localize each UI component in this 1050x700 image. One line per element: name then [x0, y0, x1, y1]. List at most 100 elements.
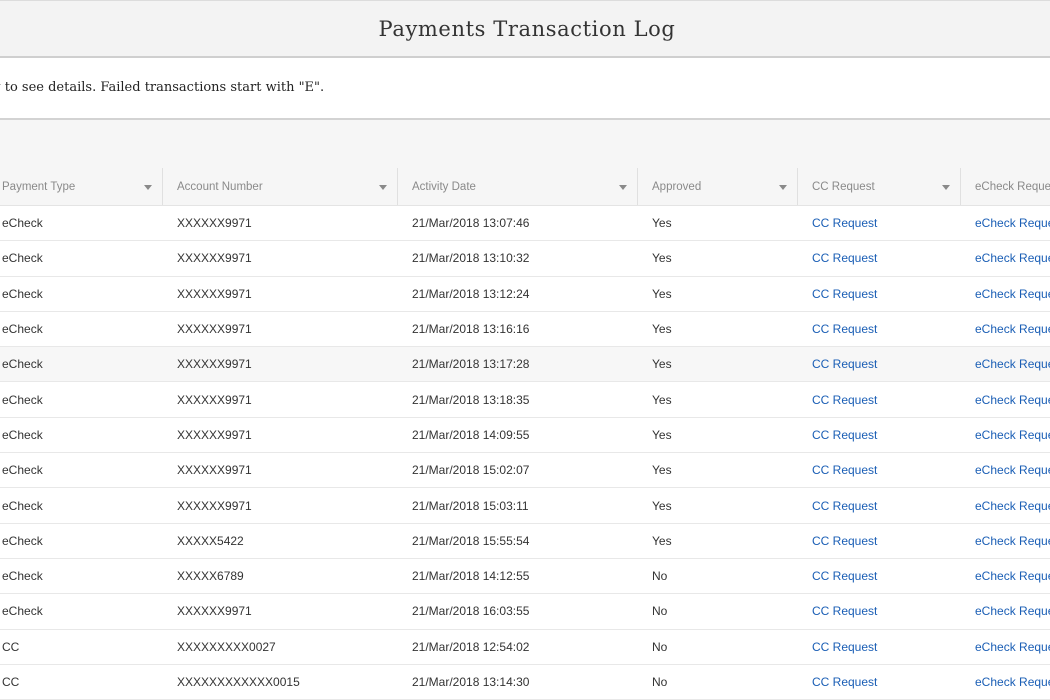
account-number-cell: XXXXXX9971 [177, 322, 252, 337]
account-number-cell: XXXXXX9971 [177, 286, 252, 301]
cc-request-link[interactable]: CC Request [798, 453, 961, 487]
payment-type-cell: eCheck [2, 533, 43, 548]
payment-type-cell: eCheck [2, 498, 43, 513]
account-number-cell: XXXXXXXXX0027 [177, 639, 276, 654]
cc-request-link[interactable]: CC Request [798, 241, 961, 275]
table-toolbar-gap [0, 120, 1050, 168]
table-row[interactable]: eCheck XXXXX6789 21/Mar/2018 14:12:55 No CC … [0, 559, 1050, 595]
column-header-label: Payment Type [2, 180, 76, 193]
approved-cell: Yes [652, 498, 672, 513]
echeck-request-link[interactable]: eCheck Request [961, 382, 1050, 416]
sort-dropdown-icon[interactable] [619, 184, 627, 190]
cc-request-link[interactable]: CC Request [798, 277, 961, 311]
table-row[interactable]: eCheck XXXXXX9971 21/Mar/2018 16:03:55 No CC… [0, 594, 1050, 630]
echeck-request-link[interactable]: eCheck Request [961, 524, 1050, 558]
account-number-cell: XXXXXX9971 [177, 604, 252, 619]
approved-cell: Yes [652, 286, 672, 301]
column-header-account-number[interactable]: Account Number [163, 168, 398, 205]
approved-cell: Yes [652, 357, 672, 372]
table-row[interactable]: eCheck XXXXXX9971 21/Mar/2018 13:07:46 Yes C… [0, 206, 1050, 242]
table-row[interactable]: eCheck XXXXXX9971 21/Mar/2018 13:18:35 Yes C… [0, 382, 1050, 418]
cc-request-link[interactable]: CC Request [798, 488, 961, 522]
table-row[interactable]: eCheck XXXXXX9971 21/Mar/2018 13:10:32 Yes C… [0, 241, 1050, 277]
account-number-cell: XXXXXXXXXXXX0015 [177, 675, 300, 689]
account-number-cell: XXXXXX9971 [177, 498, 252, 513]
table-row[interactable]: eCheck XXXXXX9971 21/Mar/2018 15:02:07 Yes C… [0, 453, 1050, 489]
approved-cell: No [652, 569, 668, 584]
sort-dropdown-icon[interactable] [779, 184, 787, 190]
cc-request-link[interactable]: CC Request [798, 665, 961, 699]
payment-type-cell: eCheck [2, 251, 43, 266]
column-header-label: eCheck Request [975, 180, 1050, 193]
activity-date-cell: 21/Mar/2018 16:03:55 [412, 604, 530, 619]
table-row[interactable]: CC XXXXXXXXXXXX0015 21/Mar/2018 13:14:30 No… [0, 665, 1050, 700]
echeck-request-link[interactable]: eCheck Request [961, 665, 1050, 699]
cc-request-link[interactable]: CC Request [798, 382, 961, 416]
cc-request-link[interactable]: CC Request [798, 594, 961, 628]
account-number-cell: XXXXXX9971 [177, 357, 252, 372]
table-row[interactable]: CC XXXXXXXXX0027 21/Mar/2018 12:54:02 No CC … [0, 630, 1050, 665]
column-header-label: Activity Date [412, 180, 476, 193]
column-header-cc-request[interactable]: CC Request [798, 168, 961, 205]
account-number-cell: XXXXX5422 [177, 533, 244, 548]
echeck-request-link[interactable]: eCheck Request [961, 277, 1050, 311]
approved-cell: Yes [652, 463, 672, 478]
account-number-cell: XXXXXX9971 [177, 392, 252, 407]
echeck-request-link[interactable]: eCheck Request [961, 347, 1050, 381]
table-header-row: Payment Type Account Number Activity Dat… [0, 168, 1050, 206]
activity-date-cell: 21/Mar/2018 13:17:28 [412, 357, 530, 372]
cc-request-link[interactable]: CC Request [798, 630, 961, 664]
approved-cell: No [652, 604, 668, 619]
payment-type-cell: eCheck [2, 357, 43, 372]
activity-date-cell: 21/Mar/2018 15:02:07 [412, 463, 530, 478]
echeck-request-link[interactable]: eCheck Request [961, 559, 1050, 593]
payment-type-cell: eCheck [2, 392, 43, 407]
echeck-request-link[interactable]: eCheck Request [961, 488, 1050, 522]
table-row[interactable]: eCheck XXXXXX9971 21/Mar/2018 14:09:55 Yes C… [0, 418, 1050, 454]
column-header-payment-type[interactable]: Payment Type [0, 168, 163, 205]
approved-cell: Yes [652, 427, 672, 442]
echeck-request-link[interactable]: eCheck Request [961, 418, 1050, 452]
echeck-request-link[interactable]: eCheck Request [961, 241, 1050, 275]
payment-type-cell: eCheck [2, 604, 43, 619]
activity-date-cell: 21/Mar/2018 15:55:54 [412, 533, 530, 548]
activity-date-cell: 21/Mar/2018 13:12:24 [412, 286, 530, 301]
echeck-request-link[interactable]: eCheck Request [961, 312, 1050, 346]
sort-dropdown-icon[interactable] [942, 184, 950, 190]
echeck-request-link[interactable]: eCheck Request [961, 594, 1050, 628]
instructions-text: Click a row to see details. Failed trans… [0, 80, 325, 95]
table-row[interactable]: eCheck XXXXX5422 21/Mar/2018 15:55:54 Yes CC… [0, 524, 1050, 559]
table-row[interactable]: eCheck XXXXXX9971 21/Mar/2018 13:17:28 Yes C… [0, 347, 1050, 383]
approved-cell: No [652, 675, 668, 689]
sort-dropdown-icon[interactable] [379, 184, 387, 190]
approved-cell: Yes [652, 216, 672, 231]
account-number-cell: XXXXXX9971 [177, 463, 252, 478]
column-header-label: CC Request [812, 180, 875, 193]
cc-request-link[interactable]: CC Request [798, 347, 961, 381]
activity-date-cell: 21/Mar/2018 13:07:46 [412, 216, 530, 231]
column-header-approved[interactable]: Approved [638, 168, 798, 205]
column-header-activity-date[interactable]: Activity Date [398, 168, 638, 205]
table-row[interactable]: eCheck XXXXXX9971 21/Mar/2018 13:16:16 Yes C… [0, 312, 1050, 348]
echeck-request-link[interactable]: eCheck Request [961, 206, 1050, 240]
table-row[interactable]: eCheck XXXXXX9971 21/Mar/2018 15:03:11 Yes C… [0, 488, 1050, 524]
activity-date-cell: 21/Mar/2018 14:09:55 [412, 427, 530, 442]
payment-type-cell: eCheck [2, 427, 43, 442]
table-row[interactable]: eCheck XXXXXX9971 21/Mar/2018 13:12:24 Yes C… [0, 277, 1050, 312]
cc-request-link[interactable]: CC Request [798, 559, 961, 593]
activity-date-cell: 21/Mar/2018 12:54:02 [412, 639, 530, 654]
activity-date-cell: 21/Mar/2018 13:10:32 [412, 251, 530, 266]
instructions-bar: Click a row to see details. Failed trans… [0, 58, 1050, 120]
cc-request-link[interactable]: CC Request [798, 312, 961, 346]
cc-request-link[interactable]: CC Request [798, 206, 961, 240]
sort-dropdown-icon[interactable] [144, 184, 152, 190]
cc-request-link[interactable]: CC Request [798, 418, 961, 452]
echeck-request-link[interactable]: eCheck Request [961, 630, 1050, 664]
echeck-request-link[interactable]: eCheck Request [961, 453, 1050, 487]
approved-cell: Yes [652, 533, 672, 548]
cc-request-link[interactable]: CC Request [798, 524, 961, 558]
account-number-cell: XXXXX6789 [177, 569, 244, 584]
account-number-cell: XXXXXX9971 [177, 251, 252, 266]
column-header-echeck-request[interactable]: eCheck Request [961, 168, 1050, 205]
payment-type-cell: eCheck [2, 216, 43, 231]
